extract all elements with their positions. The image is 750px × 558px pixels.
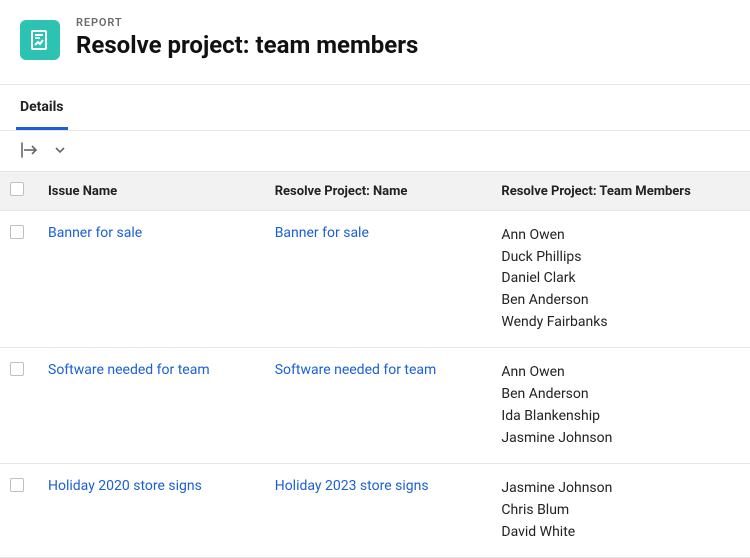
issue-name-link[interactable]: Banner for sale [48, 225, 142, 241]
team-member-name: Ann Owen [501, 362, 738, 384]
row-select-cell [0, 348, 36, 464]
select-all-checkbox[interactable] [10, 182, 24, 196]
resolve-name-link[interactable]: Banner for sale [275, 225, 369, 241]
team-member-name: Jasmine Johnson [501, 428, 738, 450]
cell-resolve-name: Holiday 2023 store signs [263, 464, 490, 558]
row-checkbox[interactable] [10, 225, 24, 239]
cell-team-members: Ann OwenDuck PhillipsDaniel ClarkBen And… [489, 211, 750, 348]
col-issue-name[interactable]: Issue Name [36, 172, 263, 211]
team-member-name: Ben Anderson [501, 290, 738, 312]
team-member-name: Wendy Fairbanks [501, 312, 738, 334]
cell-issue-name: Holiday 2020 store signs [36, 464, 263, 558]
issue-name-link[interactable]: Software needed for team [48, 362, 210, 378]
team-member-name: Ben Anderson [501, 384, 738, 406]
cell-team-members: Ann OwenBen AndersonIda BlankenshipJasmi… [489, 348, 750, 464]
team-member-name: Duck Phillips [501, 247, 738, 269]
cell-resolve-name: Banner for sale [263, 211, 490, 348]
resolve-name-link[interactable]: Software needed for team [275, 362, 437, 378]
row-checkbox[interactable] [10, 478, 24, 492]
cell-issue-name: Software needed for team [36, 348, 263, 464]
table-row: Banner for sale Banner for sale Ann OwenDu… [0, 211, 750, 348]
cell-team-members: Jasmine JohnsonChris BlumDavid White [489, 464, 750, 558]
table-header-row: Issue Name Resolve Project: Name Resolve… [0, 172, 750, 211]
page-header: REPORT Resolve project: team members [0, 0, 750, 84]
issue-name-link[interactable]: Holiday 2020 store signs [48, 478, 202, 494]
team-member-name: Chris Blum [501, 500, 738, 522]
team-member-name: David White [501, 522, 738, 544]
row-select-cell [0, 211, 36, 348]
resolve-name-link[interactable]: Holiday 2023 store signs [275, 478, 429, 494]
tab-details[interactable]: Details [16, 85, 68, 130]
eyebrow-label: REPORT [76, 16, 418, 29]
toolbar [0, 131, 750, 171]
team-member-name: Daniel Clark [501, 268, 738, 290]
table-row: Holiday 2020 store signs Holiday 2023 sto… [0, 464, 750, 558]
page-title: Resolve project: team members [76, 31, 418, 59]
report-icon [20, 20, 60, 60]
row-select-cell [0, 464, 36, 558]
table-row: Software needed for team Software needed … [0, 348, 750, 464]
team-member-name: Ann Owen [501, 225, 738, 247]
tab-bar: Details [0, 85, 750, 131]
export-icon[interactable] [20, 141, 40, 159]
cell-resolve-name: Software needed for team [263, 348, 490, 464]
team-member-name: Ida Blankenship [501, 406, 738, 428]
report-table: Issue Name Resolve Project: Name Resolve… [0, 171, 750, 558]
col-resolve-name[interactable]: Resolve Project: Name [263, 172, 490, 211]
chevron-down-icon[interactable] [54, 144, 66, 156]
col-team-members[interactable]: Resolve Project: Team Members [489, 172, 750, 211]
row-checkbox[interactable] [10, 362, 24, 376]
team-member-name: Jasmine Johnson [501, 478, 738, 500]
cell-issue-name: Banner for sale [36, 211, 263, 348]
select-all-cell [0, 172, 36, 211]
